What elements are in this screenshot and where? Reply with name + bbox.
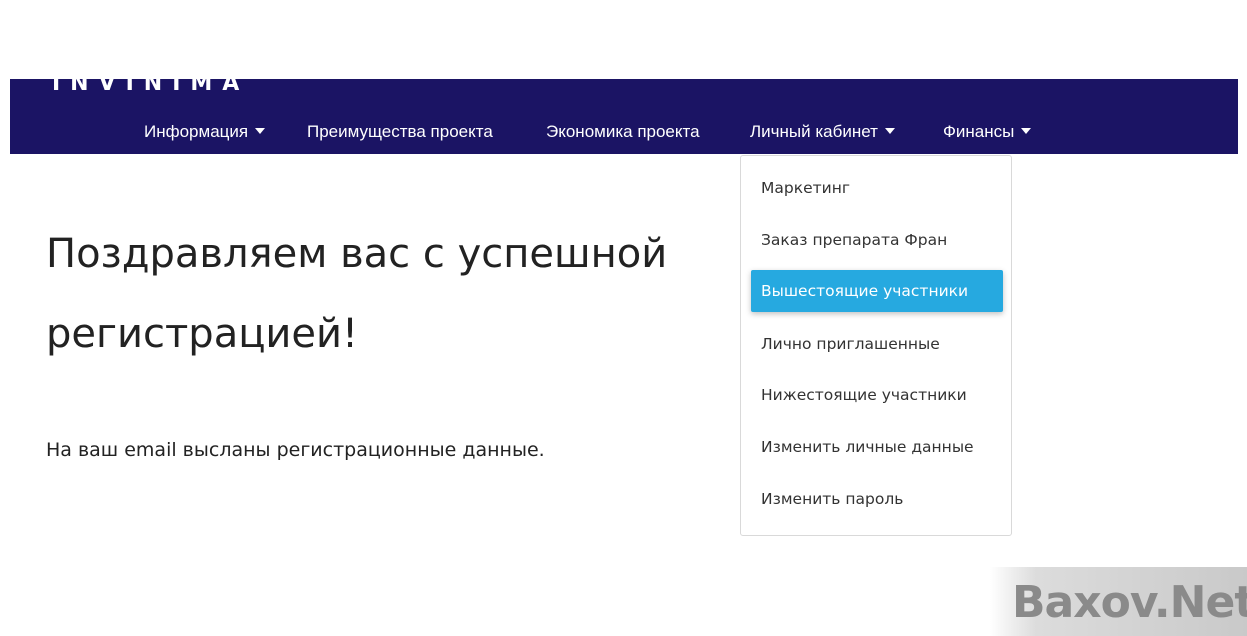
watermark-text: Baxov.Net (1012, 577, 1247, 628)
watermark: Baxov.Net (990, 567, 1247, 636)
dropdown-item-downline[interactable]: Нижестоящие участники (761, 385, 967, 405)
nav-item-label: Финансы (943, 122, 1015, 141)
registration-message: На ваш email высланы регистрационные дан… (46, 439, 545, 461)
nav-item-label: Информация (144, 122, 249, 141)
nav-item-info[interactable]: Информация (144, 121, 266, 143)
caret-down-icon (1021, 128, 1032, 134)
nav-item-label: Экономика проекта (546, 122, 700, 141)
page-title: Поздравляем вас с успешной регистрацией! (46, 214, 766, 374)
dropdown-item-upline[interactable]: Вышестоящие участники (751, 270, 1003, 312)
dropdown-item-order[interactable]: Заказ препарата Фран (761, 230, 947, 250)
caret-down-icon (884, 128, 895, 134)
cabinet-dropdown-menu: Маркетинг Заказ препарата Фран Вышестоящ… (740, 155, 1012, 536)
top-navbar: INVINIMA Информация Преимущества проекта… (10, 79, 1238, 154)
site-logo[interactable]: INVINIMA (52, 79, 249, 97)
dropdown-item-change-password[interactable]: Изменить пароль (761, 489, 903, 509)
nav-item-advantages[interactable]: Преимущества проекта (307, 121, 493, 143)
nav-item-economics[interactable]: Экономика проекта (546, 121, 700, 143)
nav-item-finance[interactable]: Финансы (943, 121, 1032, 143)
page-title-line-2: регистрацией! (46, 311, 359, 357)
nav-item-label: Преимущества проекта (307, 122, 493, 141)
dropdown-item-invited[interactable]: Лично приглашенные (761, 334, 940, 354)
nav-item-cabinet[interactable]: Личный кабинет (750, 121, 895, 143)
dropdown-item-marketing[interactable]: Маркетинг (761, 178, 850, 198)
dropdown-item-edit-profile[interactable]: Изменить личные данные (761, 437, 974, 457)
page: INVINIMA Информация Преимущества проекта… (0, 0, 1247, 636)
page-title-line-1: Поздравляем вас с успешной (46, 231, 668, 277)
caret-down-icon (255, 128, 266, 134)
nav-item-label: Личный кабинет (750, 122, 878, 141)
